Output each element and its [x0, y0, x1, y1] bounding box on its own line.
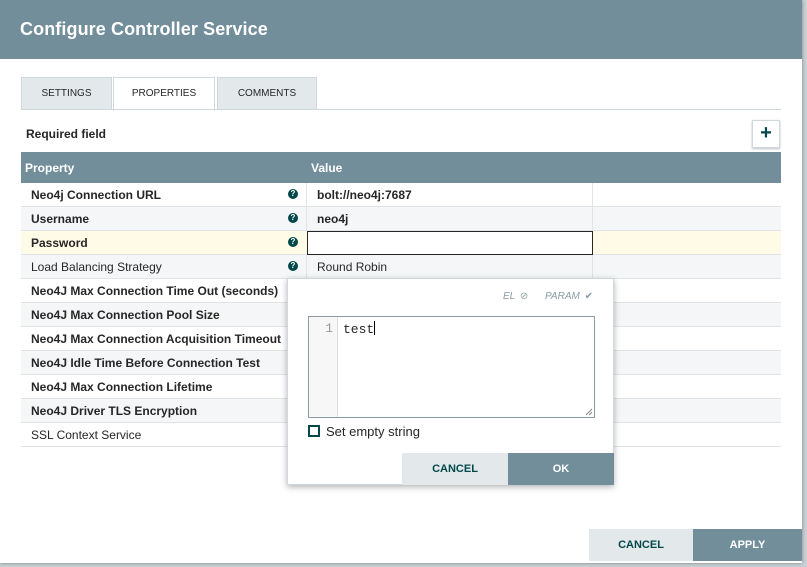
editor-flags: EL ⊘ PARAM ✔	[489, 291, 593, 302]
required-field-label: Required field	[26, 127, 107, 141]
property-name: SSL Context Service	[31, 428, 142, 442]
property-name: Neo4j Connection URL	[31, 188, 162, 202]
el-flag: EL ⊘	[503, 291, 528, 302]
password-value-editor[interactable]	[307, 231, 593, 255]
column-header-property: Property	[25, 161, 75, 175]
dialog-title: Configure Controller Service	[20, 19, 268, 39]
column-divider	[306, 207, 307, 231]
table-row[interactable]: Neo4j Connection URL ? bolt://neo4j:7687	[21, 183, 781, 207]
column-divider	[306, 183, 307, 207]
plus-icon: +	[760, 122, 772, 144]
editor-ok-button[interactable]: OK	[508, 453, 614, 485]
configure-controller-service-dialog: Configure Controller Service SETTINGS PR…	[0, 0, 802, 563]
table-header: Property Value	[21, 152, 781, 183]
el-flag-label: EL	[502, 291, 516, 302]
column-divider	[592, 207, 593, 231]
add-property-button[interactable]: +	[752, 120, 780, 148]
set-empty-string-checkbox[interactable]	[308, 425, 320, 437]
dialog-apply-button[interactable]: APPLY	[693, 529, 802, 561]
editor-text: test	[343, 322, 375, 337]
property-name: Neo4J Max Connection Acquisition Timeout	[31, 332, 282, 346]
help-icon[interactable]: ?	[288, 261, 298, 271]
set-empty-string-label: Set empty string	[326, 424, 420, 439]
dialog-cancel-button[interactable]: CANCEL	[589, 529, 693, 561]
help-icon[interactable]: ?	[288, 237, 298, 247]
column-divider	[592, 183, 593, 207]
check-icon: ✔	[584, 291, 593, 302]
resize-handle-icon[interactable]	[585, 408, 593, 416]
property-name: Neo4J Idle Time Before Connection Test	[31, 356, 260, 370]
help-icon[interactable]: ?	[288, 189, 298, 199]
column-divider	[306, 255, 307, 279]
table-row[interactable]: Username ? neo4j	[21, 207, 781, 231]
tab-settings[interactable]: SETTINGS	[21, 77, 112, 110]
editor-text-line[interactable]: test	[343, 321, 376, 337]
property-name: Password	[31, 236, 88, 250]
property-name: Neo4J Max Connection Lifetime	[31, 380, 213, 394]
line-number: 1	[325, 321, 333, 336]
property-name: Neo4J Max Connection Time Out (seconds)	[31, 284, 279, 298]
value-textarea[interactable]: 1 test	[308, 316, 595, 418]
column-divider	[592, 255, 593, 279]
property-value[interactable]: Round Robin	[317, 260, 387, 274]
property-name: Neo4J Driver TLS Encryption	[31, 404, 198, 418]
tab-divider	[21, 109, 781, 110]
tab-properties[interactable]: PROPERTIES	[113, 77, 215, 111]
property-value[interactable]: bolt://neo4j:7687	[317, 188, 412, 202]
property-value-editor-popup: EL ⊘ PARAM ✔ 1 test Set empty string CAN…	[287, 278, 614, 485]
param-flag: PARAM ✔	[545, 291, 593, 302]
no-sign-icon: ⊘	[519, 291, 529, 302]
text-caret	[374, 321, 376, 335]
column-header-value: Value	[311, 161, 343, 175]
table-row[interactable]: Load Balancing Strategy ? Round Robin	[21, 255, 781, 279]
help-icon[interactable]: ?	[288, 213, 298, 223]
dialog-header: Configure Controller Service	[0, 0, 802, 59]
property-name: Username	[31, 212, 90, 226]
property-name: Neo4J Max Connection Pool Size	[31, 308, 220, 322]
param-flag-label: PARAM	[545, 291, 580, 302]
editor-cancel-button[interactable]: CANCEL	[402, 453, 508, 485]
property-name: Load Balancing Strategy	[31, 260, 162, 274]
property-value[interactable]: neo4j	[317, 212, 348, 226]
line-gutter: 1	[309, 317, 338, 417]
tab-comments[interactable]: COMMENTS	[217, 77, 317, 110]
table-row[interactable]: Password ?	[21, 231, 781, 255]
